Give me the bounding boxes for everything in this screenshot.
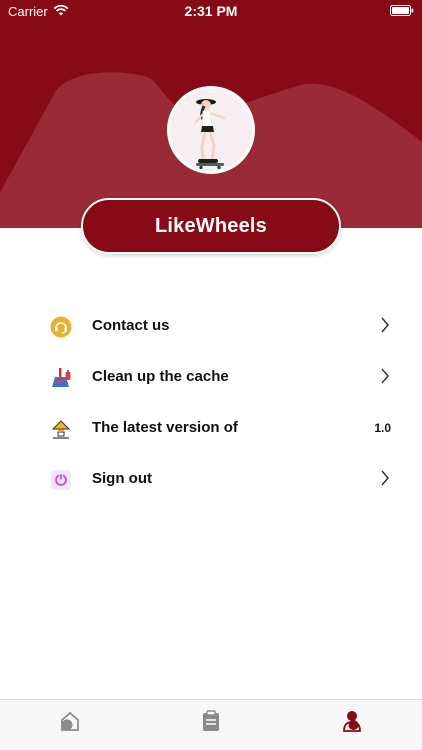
chevron-right-icon bbox=[381, 368, 389, 384]
upgrade-icon bbox=[51, 420, 71, 439]
tab-bar bbox=[0, 699, 422, 750]
tab-home[interactable] bbox=[0, 700, 140, 750]
version-number: 1.0 bbox=[374, 421, 391, 435]
chevron-right-icon bbox=[381, 317, 389, 333]
menu-item-sign-out[interactable]: Sign out bbox=[0, 455, 422, 503]
menu-item-label: Clean up the cache bbox=[92, 368, 229, 385]
skater-illustration bbox=[194, 99, 226, 170]
clock: 2:31 PM bbox=[184, 3, 238, 19]
status-bar: Carrier 2:31 PM bbox=[0, 0, 422, 22]
profile-icon bbox=[343, 711, 361, 732]
avatar-image bbox=[170, 89, 252, 171]
avatar[interactable] bbox=[167, 86, 255, 174]
chevron-right-icon bbox=[381, 470, 389, 486]
battery-icon bbox=[390, 5, 414, 16]
menu-item-clean-cache[interactable]: Clean up the cache bbox=[0, 353, 422, 401]
username-banner: LikeWheels bbox=[81, 198, 341, 254]
menu-item-contact-us[interactable]: Contact us bbox=[0, 302, 422, 350]
home-icon bbox=[61, 711, 79, 731]
tab-clipboard[interactable] bbox=[141, 700, 281, 750]
tab-profile[interactable] bbox=[282, 700, 422, 750]
menu-item-latest-version: The latest version of 1.0 bbox=[0, 404, 422, 452]
headset-icon bbox=[50, 316, 72, 338]
menu-item-label: Contact us bbox=[92, 317, 170, 334]
username: LikeWheels bbox=[154, 214, 268, 237]
menu-item-label: Sign out bbox=[92, 470, 152, 487]
clipboard-icon bbox=[203, 710, 219, 731]
menu-item-label: The latest version of bbox=[92, 419, 238, 436]
power-icon bbox=[51, 470, 71, 490]
broom-icon bbox=[52, 368, 71, 387]
